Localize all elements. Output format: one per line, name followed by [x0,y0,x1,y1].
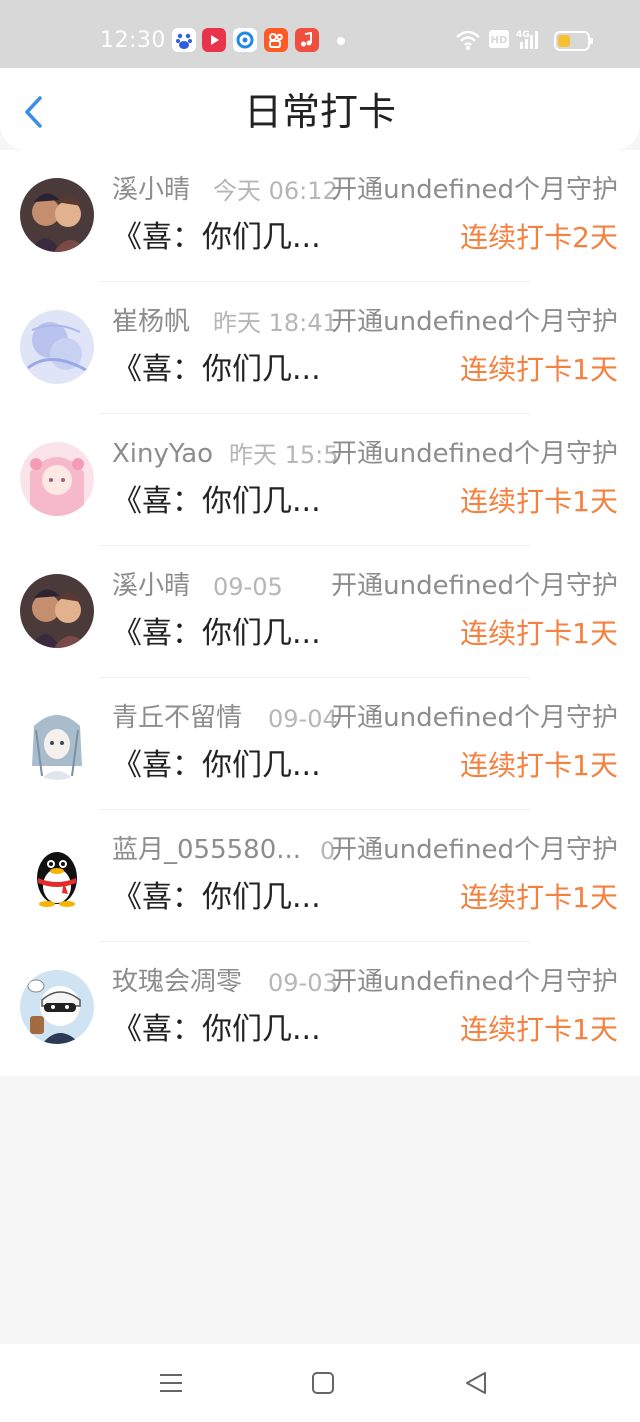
user-name: 蓝月_055580... [112,835,302,865]
status-time: 12:30 [100,28,166,53]
streak-badge: 连续打卡1天 [460,881,618,914]
status-bar: 12:30 HD 4G [0,0,640,68]
kuaishou-icon [264,28,288,52]
streak-badge: 连续打卡1天 [460,485,618,518]
system-nav-bar [0,1344,640,1422]
checkin-date: 09-03 [268,969,338,997]
guard-info: 开通undefined个月守护 [331,835,618,865]
guard-info: 开通undefined个月守护 [331,571,618,601]
guard-info: 开通undefined个月守护 [331,307,618,337]
checkin-message: 《喜：你们几... [112,484,321,519]
checkin-message: 《喜：你们几... [112,748,321,783]
video-icon [202,28,226,52]
guard-info: 开通undefined个月守护 [331,703,618,733]
avatar[interactable] [20,970,94,1044]
streak-badge: 连续打卡1天 [460,617,618,650]
guard-info: 开通undefined个月守护 [331,967,618,997]
list-item[interactable]: XinyYao 昨天 15:5 开通undefined个月守护 《喜：你们几..… [0,414,640,546]
back-triangle-icon[interactable] [463,1370,489,1400]
user-name: 玫瑰会凋零 [112,967,243,997]
guard-info: 开通undefined个月守护 [331,439,618,469]
checkin-message: 《喜：你们几... [112,1012,321,1047]
user-name: 溪小晴 [112,175,191,205]
battery-icon [554,30,594,56]
checkin-list: 溪小晴 今天 06:12 开通undefined个月守护 《喜：你们几... 连… [0,150,640,1076]
home-square-icon[interactable] [311,1370,335,1400]
hd-icon: HD [488,28,510,54]
streak-badge: 连续打卡2天 [460,221,618,254]
page-title: 日常打卡 [243,90,396,134]
streak-badge: 连续打卡1天 [460,1013,618,1046]
list-item[interactable]: 溪小晴 09-05 开通undefined个月守护 《喜：你们几... 连续打卡… [0,546,640,678]
music-icon [295,28,319,52]
user-name: 崔杨帆 [112,307,191,337]
user-name: 溪小晴 [112,571,191,601]
checkin-message: 《喜：你们几... [112,880,321,915]
avatar[interactable] [20,574,94,648]
avatar[interactable] [20,310,94,384]
avatar[interactable] [20,442,94,516]
checkin-date: 今天 06:12 [213,177,338,205]
checkin-message: 《喜：你们几... [112,352,321,387]
streak-badge: 连续打卡1天 [460,749,618,782]
streak-badge: 连续打卡1天 [460,353,618,386]
avatar[interactable] [20,838,94,912]
user-name: XinyYao [112,439,214,469]
checkin-message: 《喜：你们几... [112,616,321,651]
list-item[interactable]: 蓝月_055580... 0 开通undefined个月守护 《喜：你们几...… [0,810,640,942]
list-item[interactable]: 玫瑰会凋零 09-03 开通undefined个月守护 《喜：你们几... 连续… [0,942,640,1074]
list-item[interactable]: 青丘不留情 09-04 开通undefined个月守护 《喜：你们几... 连续… [0,678,640,810]
list-item[interactable]: 溪小晴 今天 06:12 开通undefined个月守护 《喜：你们几... 连… [0,150,640,282]
menu-icon[interactable] [158,1370,184,1400]
user-name: 青丘不留情 [112,703,243,733]
wifi-icon [455,28,481,56]
checkin-date: 昨天 15:5 [229,441,339,469]
browser-icon [233,28,257,52]
notification-dot-icon [337,37,345,45]
baidu-icon [172,28,196,52]
avatar[interactable] [20,178,94,252]
svg-text:4G: 4G [516,30,530,40]
checkin-message: 《喜：你们几... [112,220,321,255]
avatar[interactable] [20,706,94,780]
svg-text:HD: HD [491,35,508,46]
app-header: 日常打卡 [0,68,640,150]
signal-4g-icon: 4G [516,28,542,56]
checkin-date: 昨天 18:41 [213,309,338,337]
checkin-date: 09-04 [268,705,338,733]
guard-info: 开通undefined个月守护 [331,175,618,205]
checkin-date: 09-05 [213,573,283,601]
list-item[interactable]: 崔杨帆 昨天 18:41 开通undefined个月守护 《喜：你们几... 连… [0,282,640,414]
